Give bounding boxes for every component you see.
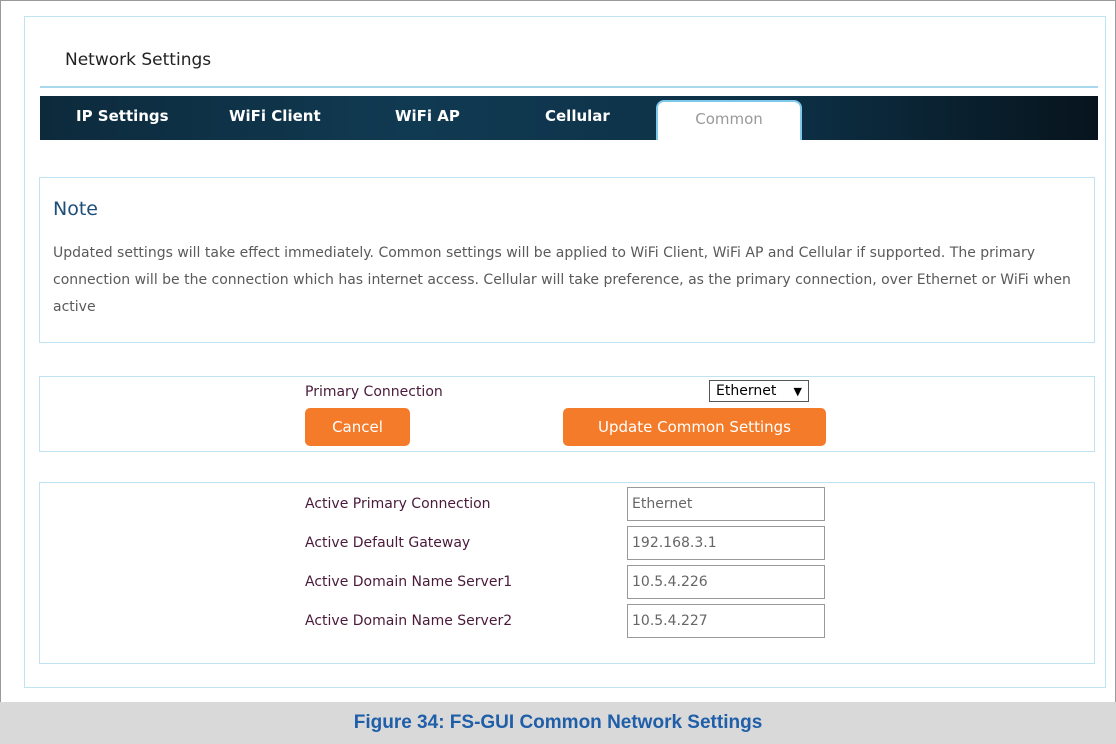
note-title: Note (53, 198, 98, 220)
tab-wifi-client[interactable]: WiFi Client (229, 96, 321, 140)
update-common-settings-button[interactable]: Update Common Settings (563, 408, 826, 446)
tab-bar: IP Settings WiFi Client WiFi AP Cellular… (40, 96, 1098, 140)
tab-cellular[interactable]: Cellular (545, 96, 610, 140)
active-primary-connection-field: Ethernet (627, 487, 825, 521)
active-dns2-field: 10.5.4.227 (627, 604, 825, 638)
active-dns1-field: 10.5.4.226 (627, 565, 825, 599)
tab-ip-settings[interactable]: IP Settings (76, 96, 169, 140)
primary-connection-value: Ethernet (716, 383, 777, 399)
tab-common[interactable]: Common (656, 100, 802, 140)
active-status-panel (39, 482, 1095, 664)
title-divider (40, 86, 1098, 88)
active-default-gateway-field: 192.168.3.1 (627, 526, 825, 560)
page-title: Network Settings (65, 50, 212, 70)
active-dns1-label: Active Domain Name Server1 (305, 574, 513, 590)
primary-connection-select[interactable]: Ethernet ▼ (709, 380, 809, 402)
tab-wifi-ap[interactable]: WiFi AP (395, 96, 460, 140)
note-text: Updated settings will take effect immedi… (53, 245, 1071, 315)
figure-caption: Figure 34: FS-GUI Common Network Setting… (353, 712, 763, 733)
primary-connection-label: Primary Connection (305, 384, 443, 400)
cancel-button[interactable]: Cancel (305, 408, 410, 446)
active-default-gateway-label: Active Default Gateway (305, 535, 471, 551)
active-primary-connection-label: Active Primary Connection (305, 496, 491, 512)
dropdown-arrow-icon: ▼ (793, 384, 802, 398)
active-dns2-label: Active Domain Name Server2 (305, 613, 513, 629)
